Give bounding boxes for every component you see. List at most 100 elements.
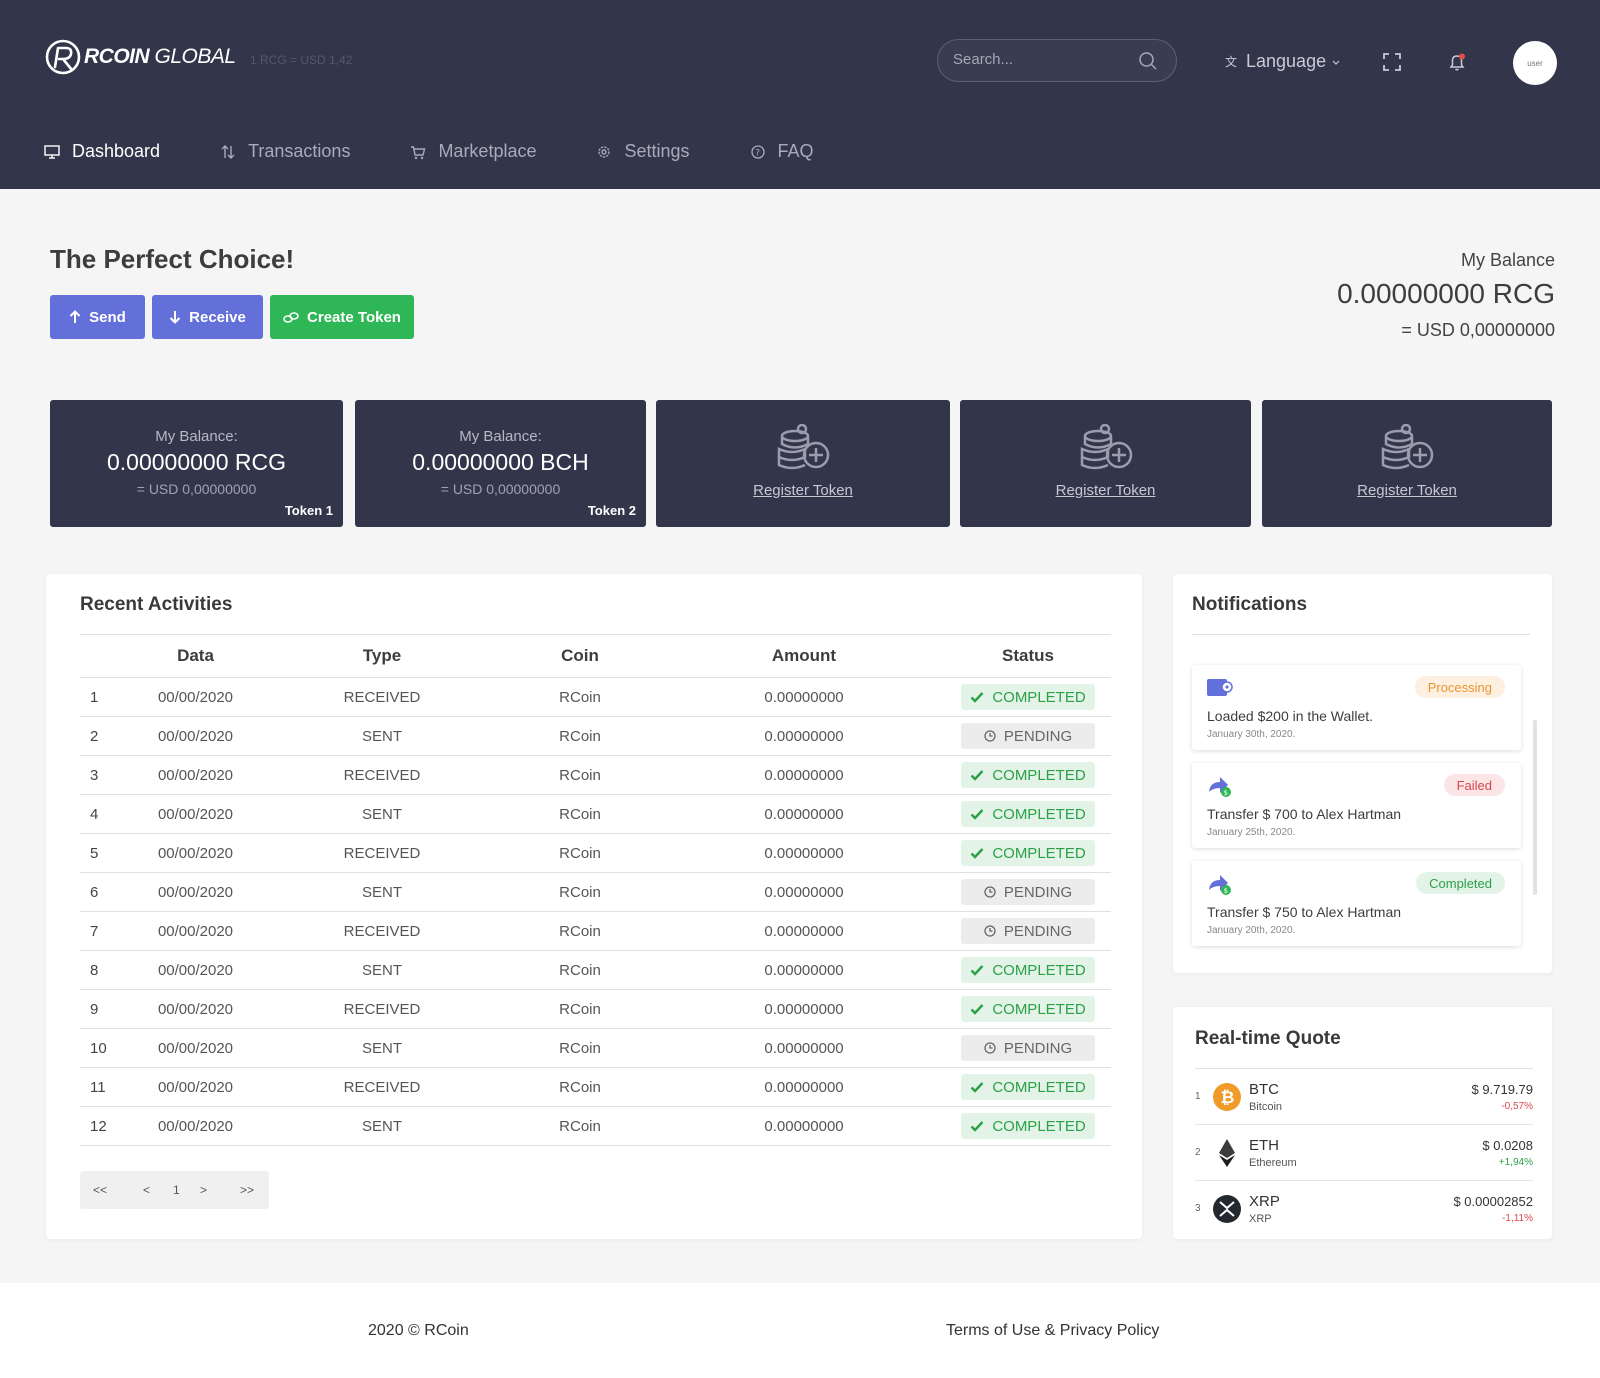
column-header[interactable]: Type bbox=[267, 634, 497, 678]
status-badge: COMPLETED bbox=[961, 996, 1095, 1022]
receive-label: Receive bbox=[189, 308, 246, 326]
register-token-card-2[interactable]: Register Token bbox=[960, 400, 1251, 527]
row-type: SENT bbox=[267, 716, 497, 756]
language-selector[interactable]: 文 Language bbox=[1225, 51, 1341, 72]
avatar[interactable]: user bbox=[1513, 41, 1557, 85]
check-icon bbox=[970, 965, 984, 976]
row-status: COMPLETED bbox=[945, 677, 1111, 717]
column-header[interactable]: Data bbox=[124, 634, 267, 678]
coins-add-icon bbox=[1381, 424, 1434, 470]
register-token-card-1[interactable]: Register Token bbox=[656, 400, 950, 527]
row-type: RECEIVED bbox=[267, 755, 497, 795]
arrows-updown-icon bbox=[221, 144, 235, 159]
notification-item[interactable]: $ Completed Transfer $ 750 to Alex Hartm… bbox=[1192, 861, 1521, 946]
nav-faq[interactable]: ? FAQ bbox=[750, 141, 814, 162]
table-row[interactable]: 4 00/00/2020 SENT RCoin 0.00000000 COMPLETED bbox=[80, 794, 1111, 834]
pager-page[interactable]: 1 bbox=[173, 1183, 180, 1197]
check-icon bbox=[970, 692, 984, 703]
status-text: PENDING bbox=[1003, 922, 1073, 940]
check-icon bbox=[970, 1082, 984, 1093]
row-status: PENDING bbox=[945, 716, 1111, 756]
register-token-link[interactable]: Register Token bbox=[1262, 482, 1552, 499]
register-token-link[interactable]: Register Token bbox=[656, 482, 950, 499]
nav-transactions[interactable]: Transactions bbox=[220, 141, 350, 162]
column-header[interactable]: Status bbox=[945, 634, 1111, 678]
row-date: 00/00/2020 bbox=[124, 989, 267, 1029]
register-token-card-3[interactable]: Register Token bbox=[1262, 400, 1552, 527]
status-badge: COMPLETED bbox=[961, 1074, 1095, 1100]
clock-icon bbox=[984, 925, 996, 937]
chevron-down-icon bbox=[1332, 60, 1340, 65]
table-row[interactable]: 7 00/00/2020 RECEIVED RCoin 0.00000000 PENDIN… bbox=[80, 911, 1111, 951]
notification-item[interactable]: $ Failed Transfer $ 700 to Alex Hartman … bbox=[1192, 763, 1521, 848]
send-button[interactable]: Send bbox=[50, 295, 145, 339]
table-row[interactable]: 10 00/00/2020 SENT RCoin 0.00000000 PENDING bbox=[80, 1028, 1111, 1068]
nav-marketplace[interactable]: Marketplace bbox=[410, 141, 536, 162]
table-row[interactable]: 5 00/00/2020 RECEIVED RCoin 0.00000000 COMPLE… bbox=[80, 833, 1111, 873]
row-status: COMPLETED bbox=[945, 1106, 1111, 1146]
logo[interactable]: RCOIN GLOBAL bbox=[44, 38, 236, 76]
pager-last[interactable]: >> bbox=[240, 1183, 254, 1197]
quote-row-eth[interactable]: 2 ETH Ethereum $ 0.0208 +1,94% bbox=[1195, 1125, 1533, 1181]
row-type: RECEIVED bbox=[267, 989, 497, 1029]
page-title: The Perfect Choice! bbox=[50, 244, 295, 274]
quote-change: -1,11% bbox=[1502, 1213, 1533, 1224]
fullscreen-icon[interactable] bbox=[1382, 52, 1402, 72]
coins-icon bbox=[283, 312, 299, 323]
nav-label: Transactions bbox=[248, 141, 351, 161]
pager-next[interactable]: > bbox=[200, 1183, 207, 1197]
table-row[interactable]: 2 00/00/2020 SENT RCoin 0.00000000 PENDING bbox=[80, 716, 1111, 756]
transfer-icon: $ bbox=[1209, 777, 1231, 797]
table-row[interactable]: 8 00/00/2020 SENT RCoin 0.00000000 COMPLETED bbox=[80, 950, 1111, 990]
receive-button[interactable]: Receive bbox=[152, 295, 263, 339]
table-row[interactable]: 11 00/00/2020 RECEIVED RCoin 0.00000000 COMPL… bbox=[80, 1067, 1111, 1107]
column-header[interactable]: Coin bbox=[497, 634, 663, 678]
row-date: 00/00/2020 bbox=[124, 833, 267, 873]
notification-text: Transfer $ 700 to Alex Hartman bbox=[1207, 806, 1402, 822]
svg-text:?: ? bbox=[755, 148, 760, 158]
row-coin: RCoin bbox=[497, 794, 663, 834]
quote-change: -0,57% bbox=[1501, 1101, 1533, 1112]
row-status: PENDING bbox=[945, 911, 1111, 951]
recent-activities-title: Recent Activities bbox=[80, 594, 233, 615]
footer-legal-link[interactable]: Terms of Use & Privacy Policy bbox=[946, 1322, 1159, 1340]
create-token-button[interactable]: Create Token bbox=[270, 295, 414, 339]
token-balance-usd: = USD 0,00000000 bbox=[136, 481, 257, 497]
quote-row-xrp[interactable]: 3 XRP XRP $ 0.00002852 -1,11% bbox=[1195, 1181, 1533, 1237]
table-row[interactable]: 12 00/00/2020 SENT RCoin 0.00000000 COMPLETED bbox=[80, 1106, 1111, 1146]
table-header-row: Data Type Coin Amount Status bbox=[80, 634, 1111, 678]
table-row[interactable]: 3 00/00/2020 RECEIVED RCoin 0.00000000 COMPLE… bbox=[80, 755, 1111, 795]
notifications-scrollbar[interactable] bbox=[1533, 720, 1537, 895]
search-icon[interactable] bbox=[1138, 51, 1158, 71]
notification-item[interactable]: Processing Loaded $200 in the Wallet. Ja… bbox=[1192, 665, 1521, 750]
row-coin: RCoin bbox=[497, 1106, 663, 1146]
table-row[interactable]: 6 00/00/2020 SENT RCoin 0.00000000 PENDING bbox=[80, 872, 1111, 912]
table-row[interactable]: 9 00/00/2020 RECEIVED RCoin 0.00000000 COMPLE… bbox=[80, 989, 1111, 1029]
row-type: RECEIVED bbox=[267, 677, 497, 717]
search-input[interactable] bbox=[953, 51, 1133, 68]
status-text: COMPLETED bbox=[992, 844, 1086, 862]
column-header[interactable]: Amount bbox=[663, 634, 945, 678]
token-name: Token 2 bbox=[587, 503, 636, 518]
pager-prev[interactable]: < bbox=[143, 1183, 150, 1197]
quote-name: XRP bbox=[1249, 1213, 1272, 1225]
token-card-2[interactable]: My Balance: 0.00000000 BCH = USD 0,00000… bbox=[355, 400, 646, 527]
nav-dashboard[interactable]: Dashboard bbox=[44, 141, 160, 162]
row-number: 5 bbox=[80, 833, 124, 873]
row-status: PENDING bbox=[945, 1028, 1111, 1068]
table-row[interactable]: 1 00/00/2020 RECEIVED RCoin 0.00000000 COMPLE… bbox=[80, 677, 1111, 717]
row-coin: RCoin bbox=[497, 911, 663, 951]
row-number: 8 bbox=[80, 950, 124, 990]
pager-first[interactable]: << bbox=[93, 1183, 107, 1197]
bell-icon[interactable] bbox=[1447, 52, 1467, 72]
status-badge: Completed bbox=[1416, 872, 1505, 894]
quote-rank: 3 bbox=[1195, 1203, 1201, 1214]
quote-row-btc[interactable]: 1 ₿ BTC Bitcoin $ 9.719.79 -0,57% bbox=[1195, 1069, 1533, 1125]
token-balance-label: My Balance: bbox=[459, 428, 542, 445]
token-card-1[interactable]: My Balance: 0.00000000 RCG = USD 0,00000… bbox=[50, 400, 343, 527]
row-date: 00/00/2020 bbox=[124, 1067, 267, 1107]
register-token-link[interactable]: Register Token bbox=[960, 482, 1251, 499]
status-badge: COMPLETED bbox=[961, 762, 1095, 788]
nav-settings[interactable]: Settings bbox=[596, 141, 690, 162]
search-box[interactable] bbox=[937, 39, 1177, 82]
